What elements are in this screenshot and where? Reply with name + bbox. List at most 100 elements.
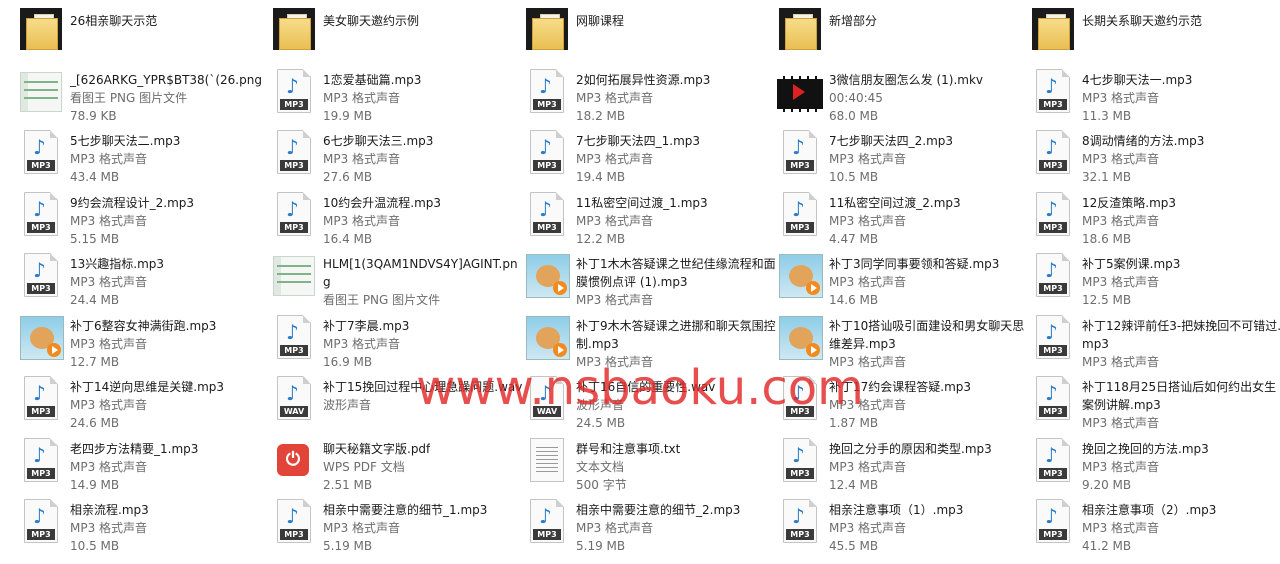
png-image-icon (271, 252, 317, 298)
file-name: 挽回之挽回的方法.mp3 (1082, 441, 1209, 456)
folder-item[interactable]: 长期关系聊天邀约示范 (1030, 6, 1280, 68)
file-item[interactable]: ♪ MP3 补丁17约会课程答疑.mp3 MP3 格式声音 1.87 MB (777, 375, 1030, 437)
mp3-audio-icon: ♪ MP3 (777, 191, 823, 237)
file-item[interactable]: ♪ WAV 补丁15挽回过程中心理急躁问题.wav 波形声音 (271, 375, 524, 437)
file-item[interactable]: ♪ MP3 补丁5案例课.mp3 MP3 格式声音 12.5 MB (1030, 252, 1280, 314)
file-name: 12反渣策略.mp3 (1082, 195, 1177, 210)
file-item[interactable]: ♪ MP3 7七步聊天法四_2.mp3 MP3 格式声音 10.5 MB (777, 129, 1030, 191)
folder-icon (18, 6, 64, 52)
video-thumbnail-icon (777, 68, 823, 114)
file-name: 相亲中需要注意的细节_1.mp3 (323, 503, 488, 517)
file-item[interactable]: 补丁10搭讪吸引面建设和男女聊天思维差异.mp3 MP3 格式声音 (777, 314, 1030, 376)
file-item[interactable]: 补丁1木木答疑课之世纪佳缘流程和面膜惯例点评 (1).mp3 MP3 格式声音 (524, 252, 777, 314)
file-item[interactable]: 3微信朋友圈怎么发 (1).mkv 00:40:45 68.0 MB (777, 68, 1030, 130)
mp3-audio-icon: ♪ MP3 (777, 498, 823, 544)
mp3-audio-icon: ♪ MP3 (524, 129, 570, 175)
mp3-audio-icon: ♪ MP3 (18, 252, 64, 298)
file-size: 24.6 MB (70, 416, 120, 430)
file-item[interactable]: HLM[1(3QAM1NDVS4Y]AGINT.png 看图王 PNG 图片文件 (271, 252, 524, 314)
wav-audio-icon: ♪ WAV (524, 375, 570, 421)
file-item[interactable]: ♪ MP3 挽回之挽回的方法.mp3 MP3 格式声音 9.20 MB (1030, 437, 1280, 499)
file-item[interactable]: 补丁6整容女神满街跑.mp3 MP3 格式声音 12.7 MB (18, 314, 271, 376)
file-name: 11私密空间过渡_2.mp3 (829, 195, 961, 210)
file-name: _[626ARKG_YPR$BT38(`(26.png (70, 72, 262, 87)
mp3-audio-icon: ♪ MP3 (1030, 498, 1076, 544)
file-item[interactable]: ♪ MP3 相亲中需要注意的细节_2.mp3 MP3 格式声音 5.19 MB (524, 498, 777, 560)
file-item[interactable]: ♪ MP3 6七步聊天法三.mp3 MP3 格式声音 27.6 MB (271, 129, 524, 191)
file-name: 补丁118月25日搭讪后如何约出女生案例讲解.mp3 (1082, 380, 1277, 412)
file-name: 补丁5案例课.mp3 (1082, 257, 1181, 271)
file-item[interactable]: ♪ MP3 相亲注意事项（1）.mp3 MP3 格式声音 45.5 MB (777, 498, 1030, 560)
file-item[interactable]: ♪ MP3 相亲注意事项（2）.mp3 MP3 格式声音 41.2 MB (1030, 498, 1280, 560)
file-meta: 补丁118月25日搭讪后如何约出女生案例讲解.mp3 MP3 格式声音 (1082, 375, 1280, 432)
file-grid: 26相亲聊天示范 美女聊天邀约示例 网聊课程 新增部分 长期关系聊天邀约示范 _[626A… (18, 6, 1280, 560)
file-item[interactable]: ♪ MP3 补丁118月25日搭讪后如何约出女生案例讲解.mp3 MP3 格式声音 (1030, 375, 1280, 437)
file-name: 相亲注意事项（2）.mp3 (1082, 503, 1217, 517)
file-item[interactable]: ♪ MP3 11私密空间过渡_1.mp3 MP3 格式声音 12.2 MB (524, 191, 777, 253)
file-item[interactable]: ♪ MP3 4七步聊天法一.mp3 MP3 格式声音 11.3 MB (1030, 68, 1280, 130)
text-document-icon (524, 437, 570, 483)
file-size: 41.2 MB (1082, 539, 1132, 553)
file-meta: 挽回之挽回的方法.mp3 MP3 格式声音 9.20 MB (1082, 437, 1209, 494)
file-item[interactable]: ♪ MP3 2如何拓展异性资源.mp3 MP3 格式声音 18.2 MB (524, 68, 777, 130)
mp3-audio-icon: ♪ MP3 (18, 498, 64, 544)
file-meta: 7七步聊天法四_2.mp3 MP3 格式声音 10.5 MB (829, 129, 953, 186)
file-item[interactable]: 补丁9木木答疑课之进挪和聊天氛围控制.mp3 MP3 格式声音 (524, 314, 777, 376)
file-item[interactable]: ♪ MP3 11私密空间过渡_2.mp3 MP3 格式声音 4.47 MB (777, 191, 1030, 253)
folder-item[interactable]: 网聊课程 (524, 6, 777, 68)
file-item[interactable]: ♪ MP3 9约会流程设计_2.mp3 MP3 格式声音 5.15 MB (18, 191, 271, 253)
file-meta: 4七步聊天法一.mp3 MP3 格式声音 11.3 MB (1082, 68, 1192, 125)
file-item[interactable]: ♪ WAV 补丁16自信的重要性.wav 波形声音 24.5 MB (524, 375, 777, 437)
file-item[interactable]: ♪ MP3 10约会升温流程.mp3 MP3 格式声音 16.4 MB (271, 191, 524, 253)
cartoon-thumbnail-icon (524, 252, 570, 298)
mp3-audio-icon: ♪ MP3 (777, 437, 823, 483)
file-type: MP3 格式声音 (829, 213, 907, 228)
file-meta: 补丁10搭讪吸引面建设和男女聊天思维差异.mp3 MP3 格式声音 (829, 314, 1030, 371)
folder-item[interactable]: 美女聊天邀约示例 (271, 6, 524, 68)
file-item[interactable]: ♪ MP3 挽回之分手的原因和类型.mp3 MP3 格式声音 12.4 MB (777, 437, 1030, 499)
file-item[interactable]: ♪ MP3 补丁7李晨.mp3 MP3 格式声音 16.9 MB (271, 314, 524, 376)
file-size: 19.9 MB (323, 108, 373, 123)
file-size: 5.19 MB (576, 539, 626, 553)
file-item[interactable]: ♪ MP3 12反渣策略.mp3 MP3 格式声音 18.6 MB (1030, 191, 1280, 253)
file-size: 11.3 MB (1082, 108, 1132, 123)
file-meta: 8调动情绪的方法.mp3 MP3 格式声音 32.1 MB (1082, 129, 1204, 186)
file-type: MP3 格式声音 (1082, 459, 1160, 474)
file-size: 68.0 MB (829, 108, 879, 123)
file-meta: 9约会流程设计_2.mp3 MP3 格式声音 5.15 MB (70, 191, 194, 248)
mp3-audio-icon: ♪ MP3 (271, 68, 317, 114)
file-item[interactable]: 群号和注意事项.txt 文本文档 500 字节 (524, 437, 777, 499)
file-type: 文本文档 (576, 459, 625, 474)
file-name: 13兴趣指标.mp3 (70, 257, 165, 271)
file-type: MP3 格式声音 (829, 354, 907, 369)
mp3-audio-icon: ♪ MP3 (1030, 314, 1076, 360)
file-item[interactable]: ⏻ 聊天秘籍文字版.pdf WPS PDF 文档 2.51 MB (271, 437, 524, 499)
file-item[interactable]: ♪ MP3 老四步方法精要_1.mp3 MP3 格式声音 14.9 MB (18, 437, 271, 499)
file-meta: 长期关系聊天邀约示范 (1082, 6, 1202, 30)
file-item[interactable]: ♪ MP3 相亲中需要注意的细节_1.mp3 MP3 格式声音 5.19 MB (271, 498, 524, 560)
file-item[interactable]: ♪ MP3 补丁12辣评前任3-把妹挽回不可错过.mp3 MP3 格式声音 (1030, 314, 1280, 376)
file-meta: 相亲中需要注意的细节_1.mp3 MP3 格式声音 5.19 MB (323, 498, 487, 555)
file-name: 7七步聊天法四_2.mp3 (829, 134, 954, 148)
folder-item[interactable]: 26相亲聊天示范 (18, 6, 271, 68)
file-item[interactable]: ♪ MP3 7七步聊天法四_1.mp3 MP3 格式声音 19.4 MB (524, 129, 777, 191)
file-size: 16.9 MB (323, 354, 373, 369)
file-item[interactable]: ♪ MP3 相亲流程.mp3 MP3 格式声音 10.5 MB (18, 498, 271, 560)
mp3-audio-icon: ♪ MP3 (777, 375, 823, 421)
cartoon-thumbnail-icon (524, 314, 570, 360)
file-name: 1恋爱基础篇.mp3 (323, 72, 422, 87)
file-item[interactable]: 补丁3同学同事要领和答疑.mp3 MP3 格式声音 14.6 MB (777, 252, 1030, 314)
file-item[interactable]: ♪ MP3 5七步聊天法二.mp3 MP3 格式声音 43.4 MB (18, 129, 271, 191)
folder-icon (524, 6, 570, 52)
file-item[interactable]: _[626ARKG_YPR$BT38(`(26.png 看图王 PNG 图片文件 7… (18, 68, 271, 130)
file-item[interactable]: ♪ MP3 13兴趣指标.mp3 MP3 格式声音 24.4 MB (18, 252, 271, 314)
folder-item[interactable]: 新增部分 (777, 6, 1030, 68)
file-name: 2如何拓展异性资源.mp3 (576, 72, 711, 87)
mp3-audio-icon: ♪ MP3 (1030, 68, 1076, 114)
file-item[interactable]: ♪ MP3 补丁14逆向思维是关键.mp3 MP3 格式声音 24.6 MB (18, 375, 271, 437)
file-item[interactable]: ♪ MP3 8调动情绪的方法.mp3 MP3 格式声音 32.1 MB (1030, 129, 1280, 191)
file-name: 补丁1木木答疑课之世纪佳缘流程和面膜惯例点评 (1).mp3 (576, 257, 776, 289)
file-type: MP3 格式声音 (829, 521, 907, 535)
file-item[interactable]: ♪ MP3 1恋爱基础篇.mp3 MP3 格式声音 19.9 MB (271, 68, 524, 130)
file-size: 12.7 MB (70, 354, 120, 369)
